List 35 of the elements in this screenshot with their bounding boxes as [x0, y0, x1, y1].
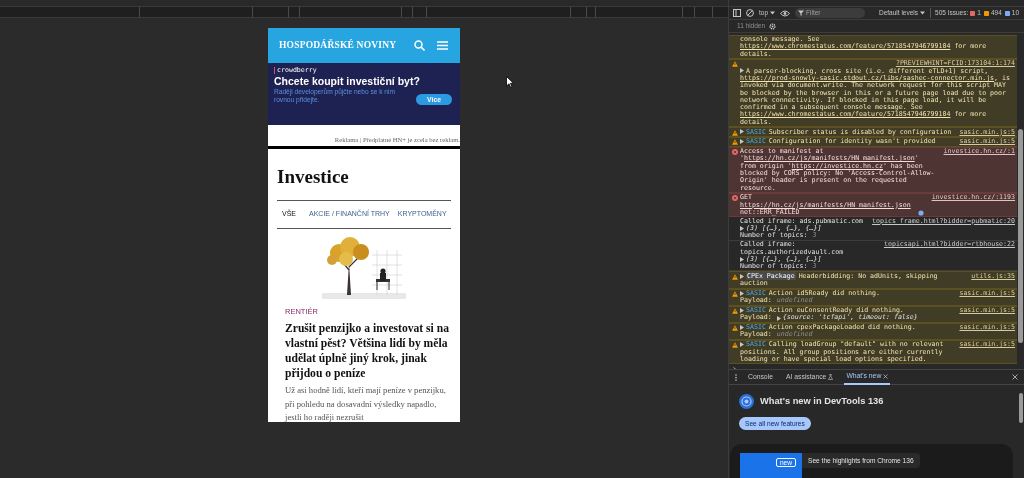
expand-triangle-icon[interactable]	[740, 290, 744, 296]
issue-icon	[970, 10, 976, 16]
filter-icon	[798, 9, 805, 16]
search-icon[interactable]	[414, 40, 425, 51]
ad-headline: Chcete koupit investiční byt?	[274, 75, 421, 88]
scrollbar-thumb[interactable]	[1018, 129, 1023, 343]
caret-icon	[920, 11, 926, 15]
chrome-icon	[739, 394, 754, 409]
flask-icon	[828, 374, 834, 380]
menu-icon[interactable]	[437, 41, 448, 50]
expand-triangle-icon[interactable]	[740, 226, 744, 232]
close-icon[interactable]	[1012, 374, 1018, 380]
drawer-title: What's new in DevTools 136	[760, 394, 884, 408]
section-title: Investice	[277, 165, 350, 188]
caret-icon	[770, 11, 776, 15]
expand-triangle-icon[interactable]	[740, 139, 744, 145]
issue-icon	[983, 10, 989, 16]
expand-triangle-icon[interactable]	[740, 324, 744, 330]
expand-triangle-icon[interactable]	[740, 307, 744, 313]
expand-triangle-icon[interactable]	[740, 273, 744, 279]
issue-icon	[1004, 10, 1010, 16]
scrollbar-thumb[interactable]	[1018, 393, 1023, 423]
expand-triangle-icon[interactable]	[740, 341, 744, 347]
expand-triangle-icon[interactable]	[740, 68, 744, 74]
article-perex: Už asi hodně lidí, kteří mají peníze v penzijku, při pohledu na dosavadní výsledky napadlo, jestli ho raději nezrušit	[285, 384, 447, 422]
mouse-pointer-icon	[506, 76, 514, 88]
eye-icon[interactable]	[780, 9, 791, 17]
expand-triangle-icon[interactable]	[740, 256, 744, 262]
sidebar-toggle-icon[interactable]	[733, 9, 741, 17]
article-headline[interactable]: Zrušit penzijko a investovat si na vlastní pěst? Většina lidí by měla udělat úplně jiný krok, jinak přijdou o peníze	[285, 321, 455, 382]
close-icon	[883, 373, 889, 379]
clear-console-icon[interactable]	[746, 9, 754, 17]
settings-icon[interactable]	[769, 22, 777, 30]
expand-triangle-icon[interactable]	[740, 129, 744, 135]
expand-triangle-icon[interactable]	[776, 315, 781, 321]
